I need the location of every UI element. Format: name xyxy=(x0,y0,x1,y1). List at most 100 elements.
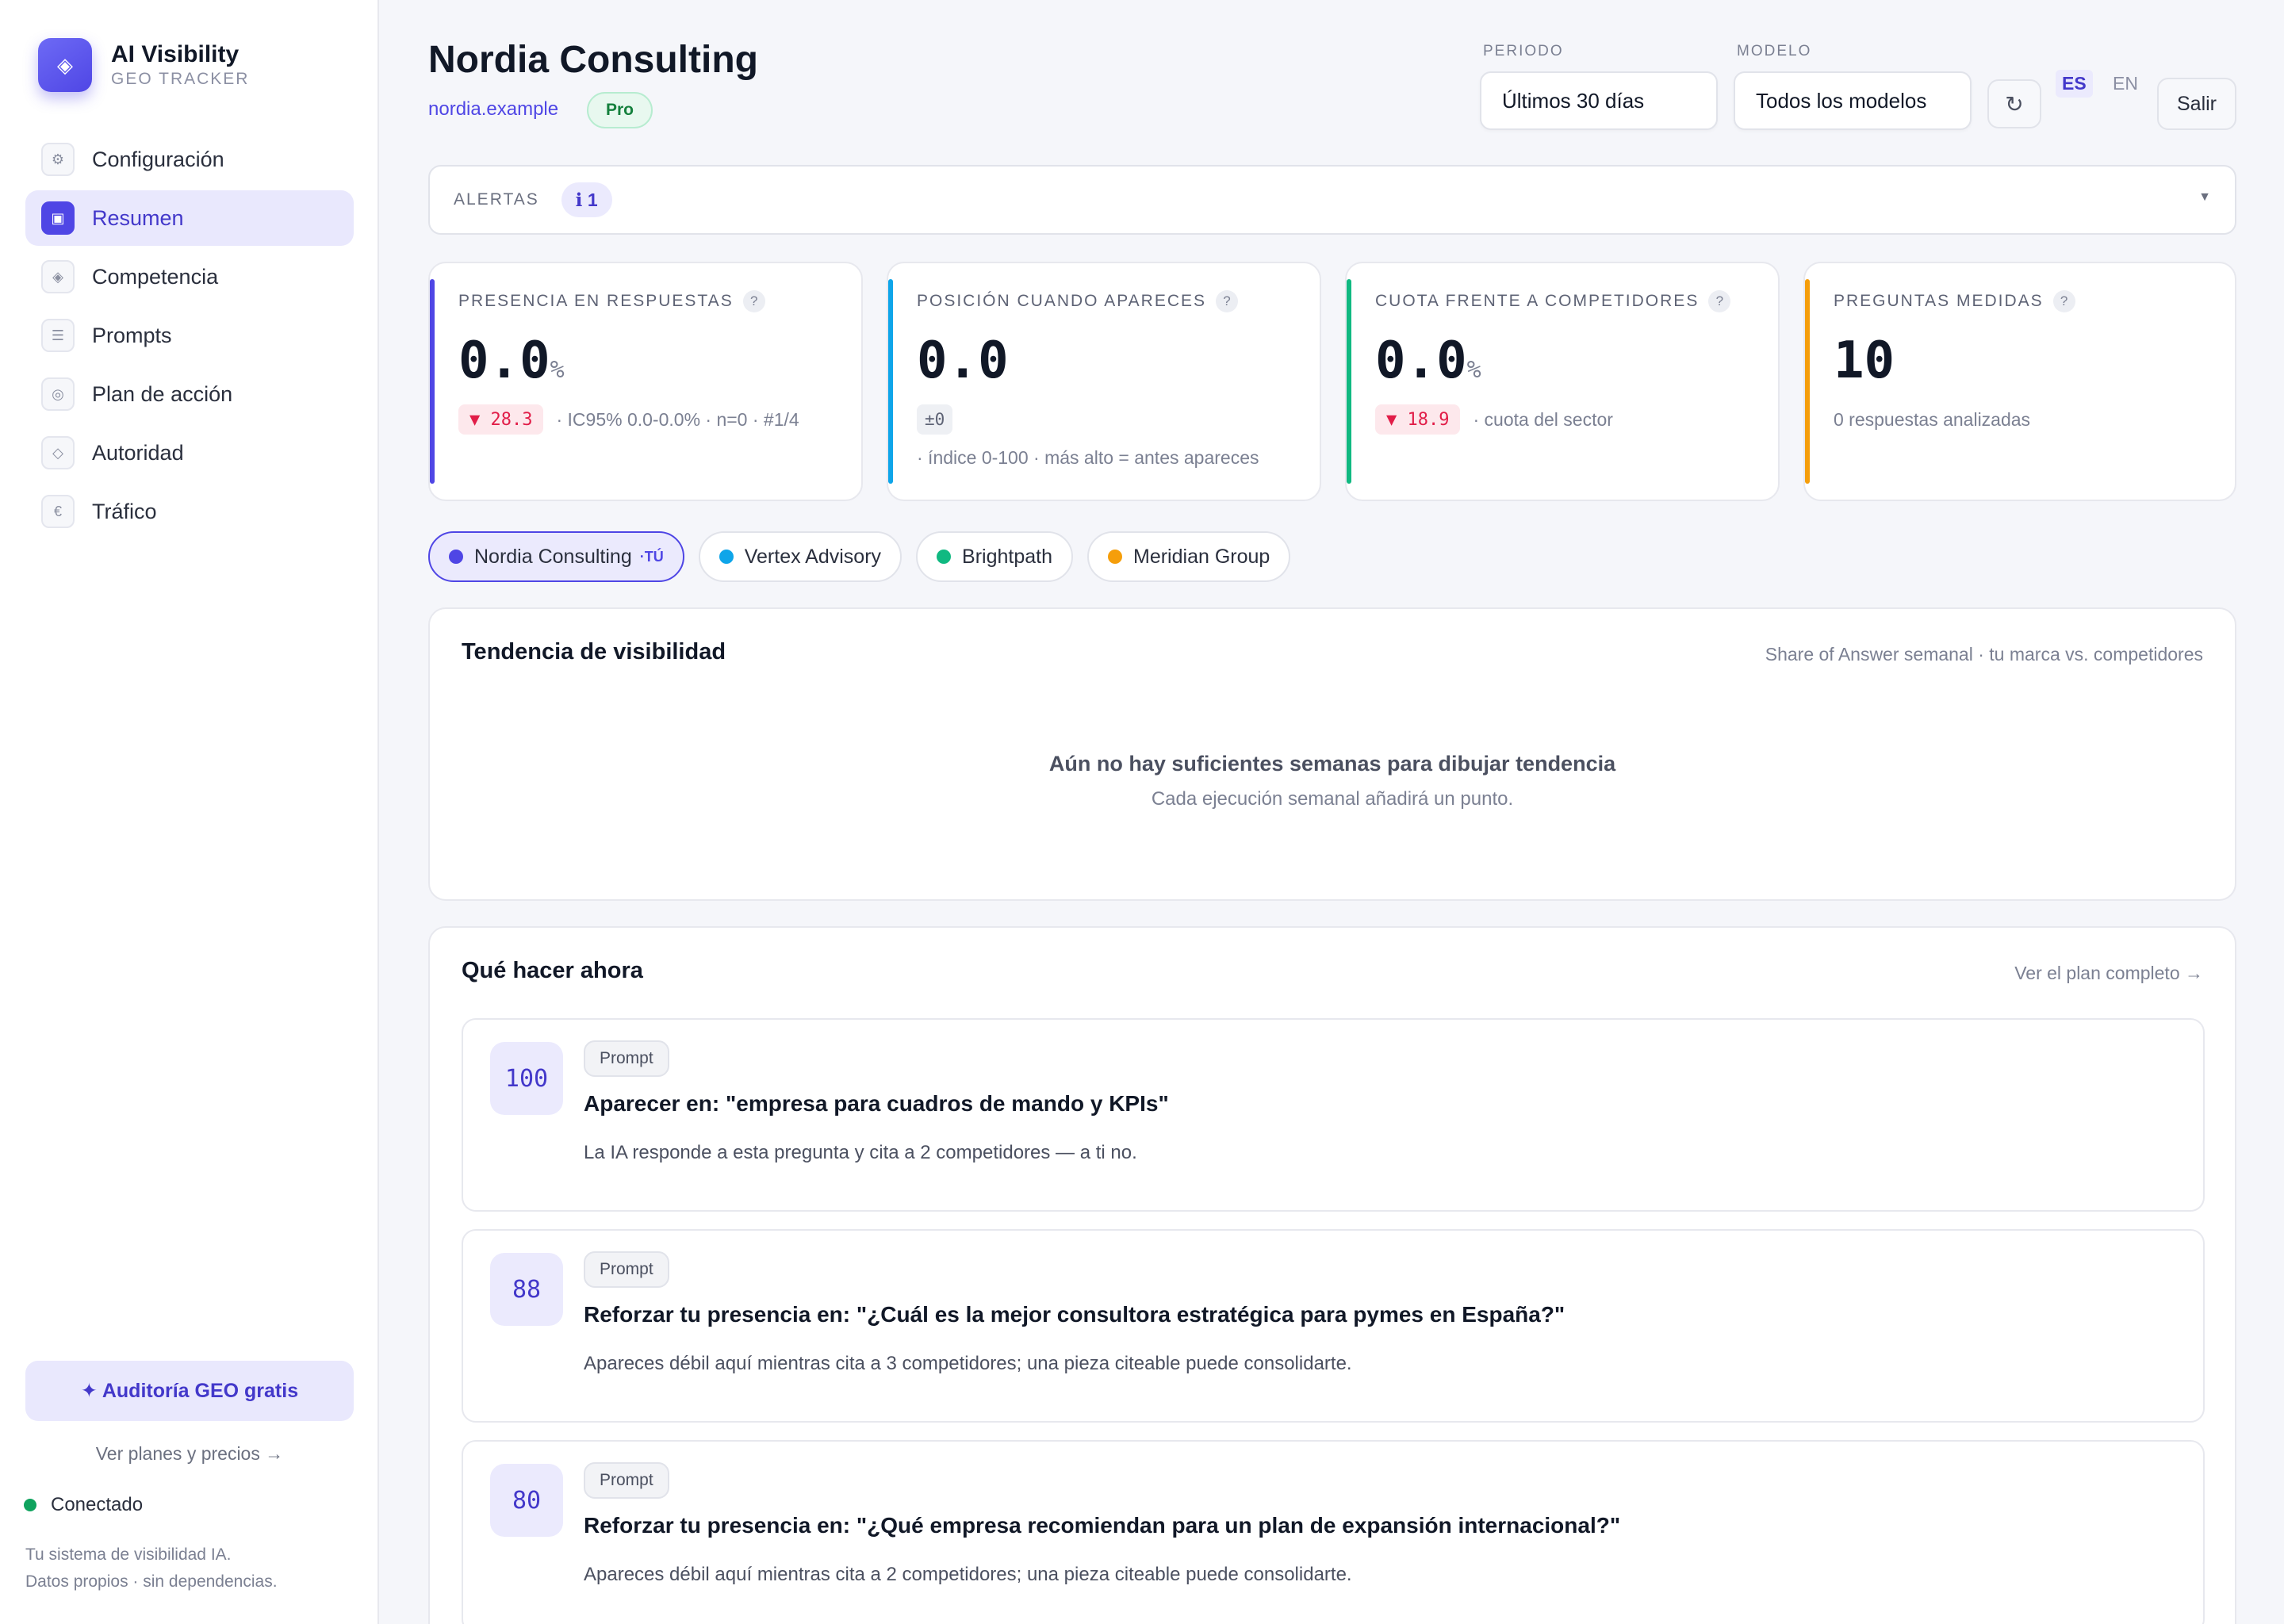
sidebar-item-trafico[interactable]: € Tráfico xyxy=(25,484,354,539)
action-item[interactable]: 80 Prompt Reforzar tu presencia en: "¿Qu… xyxy=(462,1440,2205,1624)
priority-score: 80 xyxy=(490,1464,563,1537)
help-icon[interactable]: ? xyxy=(2052,290,2075,312)
trend-empty-title: Aún no hay suficientes semanas para dibu… xyxy=(1048,752,1616,776)
kpi-detail-text: · cuota del sector xyxy=(1473,408,1613,430)
diamond-icon: ◈ xyxy=(41,260,75,293)
model-label: MODELO xyxy=(1737,43,1812,59)
lang-es-button[interactable]: ES xyxy=(2056,70,2093,98)
sidebar-item-resumen[interactable]: ▣ Resumen xyxy=(25,190,354,246)
kpi-value: 0.0% xyxy=(458,331,565,390)
kpi-delta-row: ±0 xyxy=(917,404,953,435)
plan-badge: Pro xyxy=(587,92,653,128)
brand-chip-label: Nordia Consulting xyxy=(474,545,632,568)
brand-chip-nordia[interactable]: Nordia Consulting ·TÚ xyxy=(428,531,684,582)
action-type-tag: Prompt xyxy=(584,1251,669,1288)
kpi-value: 10 xyxy=(1834,331,1895,390)
sidebar-item-competencia[interactable]: ◈ Competencia xyxy=(25,249,354,304)
brand-color-dot xyxy=(937,550,952,564)
brand-color-dot xyxy=(449,550,463,564)
kpi-value: 0.0 xyxy=(917,331,1009,390)
kpi-delta-badge: ▼ 28.3 xyxy=(458,404,544,435)
status-dot-icon xyxy=(24,1499,36,1511)
action-description: Apareces débil aquí mientras cita a 2 co… xyxy=(584,1564,1352,1585)
sidebar-item-label: Configuración xyxy=(92,147,224,171)
period-label: PERIODO xyxy=(1483,43,1564,59)
help-icon[interactable]: ? xyxy=(1708,290,1731,312)
brand-chip-label: Vertex Advisory xyxy=(744,545,882,568)
connection-status: Conectado xyxy=(24,1494,143,1516)
actions-card: Qué hacer ahora Ver el plan completo → 1… xyxy=(428,926,2236,1624)
sidebar-item-label: Resumen xyxy=(92,205,184,230)
sidebar-item-autoridad[interactable]: ◇ Autoridad xyxy=(25,425,354,481)
domain-link[interactable]: nordia.example xyxy=(428,98,558,121)
kpi-label: POSICIÓN CUANDO APARECES? xyxy=(917,290,1239,312)
tagline-line-2: Datos propios · sin dependencias. xyxy=(25,1572,278,1591)
priority-score: 100 xyxy=(490,1042,563,1115)
trend-empty-subtitle: Cada ejecución semanal añadirá un punto. xyxy=(1151,788,1514,810)
sidebar-nav: ⚙ Configuración ▣ Resumen ◈ Competencia … xyxy=(25,132,354,542)
lang-en-button[interactable]: EN xyxy=(2106,70,2144,98)
trend-title: Tendencia de visibilidad xyxy=(462,639,726,665)
you-marker: ·TÚ xyxy=(639,548,664,565)
kpi-label: PREGUNTAS MEDIDAS? xyxy=(1834,290,2075,312)
sidebar-item-configuracion[interactable]: ⚙ Configuración xyxy=(25,132,354,187)
kpi-share: CUOTA FRENTE A COMPETIDORES? 0.0% ▼ 18.9… xyxy=(1345,262,1780,501)
help-icon[interactable]: ? xyxy=(1216,290,1239,312)
sidebar-item-label: Tráfico xyxy=(92,499,157,523)
refresh-icon: ↻ xyxy=(2005,91,2024,117)
list-icon: ☰ xyxy=(41,319,75,352)
kpi-details: ▼ 28.3 · IC95% 0.0-0.0% · n=0 · #1/4 xyxy=(458,404,799,435)
kpi-accent-bar xyxy=(888,279,893,484)
trend-subtitle: Share of Answer semanal · tu marca vs. c… xyxy=(1765,644,2203,665)
model-select[interactable]: Todos los modelos xyxy=(1734,71,1972,130)
brand-chip-label: Meridian Group xyxy=(1133,545,1270,568)
action-title: Reforzar tu presencia en: "¿Qué empresa … xyxy=(584,1513,1621,1538)
brand-title: AI Visibility xyxy=(111,41,240,67)
euro-icon: € xyxy=(41,495,75,528)
help-icon[interactable]: ? xyxy=(742,290,765,312)
kpi-details: ▼ 18.9 · cuota del sector xyxy=(1375,404,1613,435)
plans-link[interactable]: Ver planes y precios → xyxy=(0,1443,379,1465)
brand-chip-vertex[interactable]: Vertex Advisory xyxy=(698,531,902,582)
action-title: Aparecer en: "empresa para cuadros de ma… xyxy=(584,1091,1169,1116)
dashboard-icon: ▣ xyxy=(41,201,75,235)
logout-button[interactable]: Salir xyxy=(2157,78,2236,130)
brand-color-dot xyxy=(719,550,734,564)
brand-chip-meridian[interactable]: Meridian Group xyxy=(1087,531,1291,582)
period-select[interactable]: Últimos 30 días xyxy=(1480,71,1718,130)
sidebar-item-plan-de-accion[interactable]: ◎ Plan de acción xyxy=(25,366,354,422)
brand[interactable]: ◈ AI Visibility GEO TRACKER xyxy=(38,38,249,92)
kpi-accent-bar xyxy=(1347,279,1351,484)
kpi-presence: PRESENCIA EN RESPUESTAS? 0.0% ▼ 28.3 · I… xyxy=(428,262,863,501)
kpi-detail-text: 0 respuestas analizadas xyxy=(1834,409,2031,430)
diamond-icon: ◈ xyxy=(38,38,92,92)
gear-icon: ⚙ xyxy=(41,143,75,176)
kpi-position: POSICIÓN CUANDO APARECES? 0.0 ±0 · índic… xyxy=(887,262,1321,501)
alerts-count-badge: ℹ 1 xyxy=(561,182,612,217)
action-item[interactable]: 88 Prompt Reforzar tu presencia en: "¿Cu… xyxy=(462,1229,2205,1423)
kpi-label: CUOTA FRENTE A COMPETIDORES? xyxy=(1375,290,1731,312)
brand-chip-brightpath[interactable]: Brightpath xyxy=(916,531,1073,582)
kpi-questions: PREGUNTAS MEDIDAS? 10 0 respuestas anali… xyxy=(1803,262,2236,501)
kpi-accent-bar xyxy=(1805,279,1810,484)
kpi-accent-bar xyxy=(430,279,435,484)
brand-filter-chips: Nordia Consulting ·TÚ Vertex Advisory Br… xyxy=(428,531,1305,582)
sidebar-tagline: Tu sistema de visibilidad IA. Datos prop… xyxy=(25,1542,278,1595)
kpi-detail-text: · IC95% 0.0-0.0% · n=0 · #1/4 xyxy=(556,408,799,430)
trend-card: Tendencia de visibilidad Share of Answer… xyxy=(428,607,2236,901)
diamond-outline-icon: ◇ xyxy=(41,436,75,469)
sidebar-item-label: Autoridad xyxy=(92,440,184,465)
tagline-line-1: Tu sistema de visibilidad IA. xyxy=(25,1545,232,1564)
kpi-value: 0.0% xyxy=(1375,331,1481,390)
full-plan-link[interactable]: Ver el plan completo → xyxy=(2014,963,2203,984)
free-audit-button[interactable]: ✦ Auditoría GEO gratis xyxy=(25,1361,354,1421)
alerts-bar[interactable]: ALERTAS ℹ 1 ▼ xyxy=(428,165,2236,235)
actions-title: Qué hacer ahora xyxy=(462,958,643,983)
brand-subtitle: GEO TRACKER xyxy=(111,70,250,88)
alerts-label: ALERTAS xyxy=(454,190,539,209)
refresh-button[interactable]: ↻ xyxy=(1987,79,2041,128)
sidebar-item-prompts[interactable]: ☰ Prompts xyxy=(25,308,354,363)
brand-chip-label: Brightpath xyxy=(962,545,1052,568)
kpi-label: PRESENCIA EN RESPUESTAS? xyxy=(458,290,765,312)
action-item[interactable]: 100 Prompt Aparecer en: "empresa para cu… xyxy=(462,1018,2205,1212)
